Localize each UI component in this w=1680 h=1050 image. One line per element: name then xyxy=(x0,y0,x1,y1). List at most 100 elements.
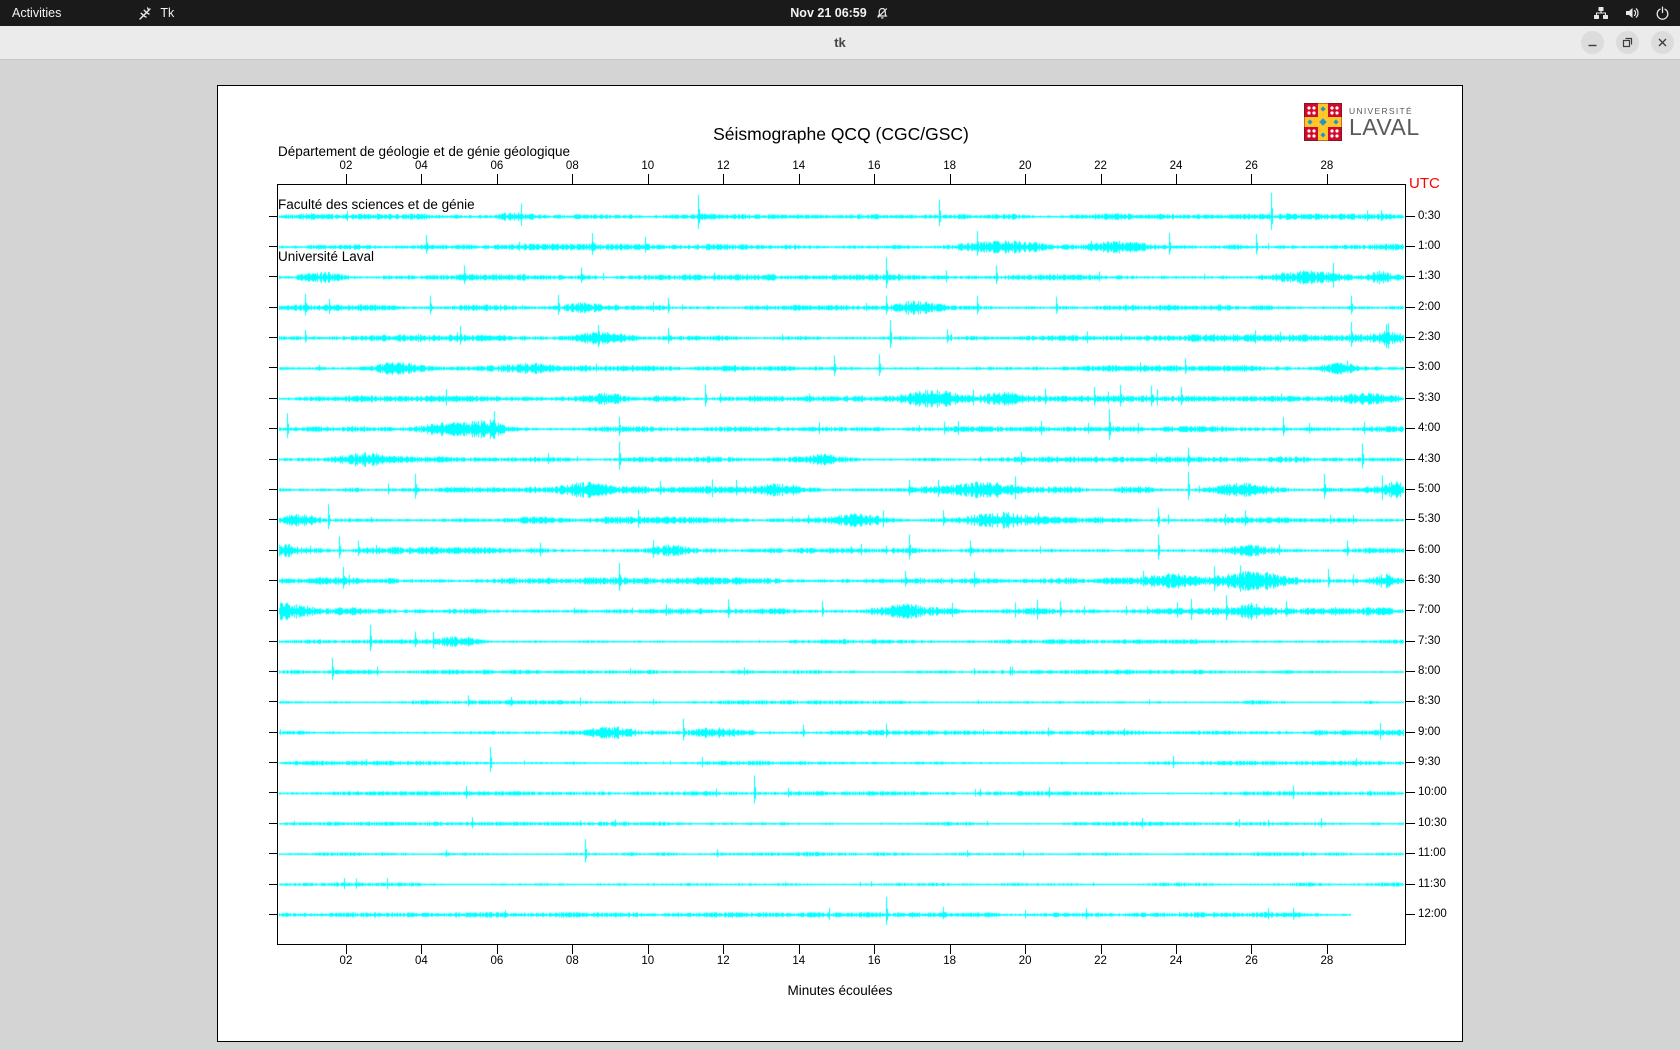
system-status-area[interactable] xyxy=(1593,0,1670,26)
trace-tick-right xyxy=(1405,306,1415,308)
trace-time-label: 6:00 xyxy=(1418,543,1441,556)
x-tick-label-bottom: 04 xyxy=(415,955,428,967)
trace-tick-left xyxy=(269,579,277,581)
seismograph-canvas-frame: Département de géologie et de génie géol… xyxy=(217,85,1463,1042)
trace-time-label: 2:30 xyxy=(1418,331,1441,344)
x-tick-label-bottom: 20 xyxy=(1018,955,1032,967)
x-tick-mark-bottom xyxy=(1251,944,1253,954)
trace-time-label: 8:30 xyxy=(1418,695,1441,708)
x-tick-label-bottom: 28 xyxy=(1320,955,1334,967)
trace-tick-left xyxy=(269,731,277,733)
trace-time-label: 5:30 xyxy=(1418,513,1441,526)
trace-tick-left xyxy=(269,640,277,642)
x-tick-label-top: 12 xyxy=(716,160,730,172)
x-tick-label-bottom: 24 xyxy=(1169,955,1183,967)
trace-time-label: 7:00 xyxy=(1418,604,1441,617)
trace-tick-right xyxy=(1405,276,1415,278)
x-tick-label-bottom: 16 xyxy=(867,955,881,967)
trace-tick-left xyxy=(269,883,277,885)
laval-shield-icon xyxy=(1304,103,1342,146)
trace-tick-right xyxy=(1405,822,1415,824)
trace-tick-right xyxy=(1405,458,1415,460)
trace-tick-right xyxy=(1405,701,1415,703)
x-tick-mark-bottom xyxy=(345,944,347,954)
clock-text: Nov 21 06:59 xyxy=(790,6,867,20)
trace-tick-left xyxy=(269,246,277,248)
chart-title: Séismographe QCQ (CGC/GSC) xyxy=(713,124,969,144)
x-tick-label-bottom: 26 xyxy=(1245,955,1258,967)
gnome-top-bar: Activities Tk Nov 21 06:59 xyxy=(0,0,1680,26)
clock-button[interactable]: Nov 21 06:59 xyxy=(790,0,889,26)
x-tick-mark-bottom xyxy=(949,944,951,954)
trace-tick-right xyxy=(1405,731,1415,733)
laval-logo-line2: LAVAL xyxy=(1349,114,1420,140)
trace-tick-left xyxy=(269,215,277,217)
trace-time-label: 7:30 xyxy=(1418,634,1441,647)
trace-tick-right xyxy=(1405,579,1415,581)
trace-tick-right xyxy=(1405,762,1415,764)
trace-tick-left xyxy=(269,306,277,308)
x-tick-mark-top xyxy=(1100,174,1102,184)
x-tick-label-bottom: 14 xyxy=(792,955,806,967)
x-tick-label-bottom: 06 xyxy=(490,955,504,967)
x-tick-label-top: 16 xyxy=(867,160,881,172)
activities-button[interactable]: Activities xyxy=(0,0,73,26)
x-tick-mark-bottom xyxy=(496,944,498,954)
trace-time-label: 1:00 xyxy=(1418,240,1441,253)
x-tick-label-top: 22 xyxy=(1094,160,1107,172)
x-tick-label-top: 02 xyxy=(339,160,353,172)
x-tick-label-top: 18 xyxy=(943,160,957,172)
laval-logo-text: UNIVERSITÉ LAVAL xyxy=(1349,106,1420,140)
trace-time-label: 9:30 xyxy=(1418,756,1441,769)
x-tick-label-bottom: 10 xyxy=(641,955,655,967)
trace-tick-left xyxy=(269,853,277,855)
trace-tick-right xyxy=(1405,246,1415,248)
trace-tick-right xyxy=(1405,367,1415,369)
x-tick-mark-bottom xyxy=(647,944,649,954)
plot-border xyxy=(277,184,1406,945)
trace-tick-right xyxy=(1405,913,1415,915)
trace-time-label: 9:00 xyxy=(1418,725,1441,738)
x-tick-mark-top xyxy=(723,174,725,184)
trace-tick-right xyxy=(1405,640,1415,642)
x-tick-label-top: 10 xyxy=(641,160,655,172)
trace-tick-left xyxy=(269,792,277,794)
window-title-bar: tk xyxy=(0,26,1680,60)
x-tick-mark-bottom xyxy=(798,944,800,954)
trace-tick-left xyxy=(269,913,277,915)
x-tick-label-top: 20 xyxy=(1018,160,1032,172)
trace-tick-right xyxy=(1405,397,1415,399)
trace-tick-left xyxy=(269,701,277,703)
x-tick-mark-bottom xyxy=(874,944,876,954)
maximize-button[interactable] xyxy=(1616,31,1639,54)
x-tick-label-bottom: 12 xyxy=(716,955,730,967)
institution-line-1: Département de géologie et de génie géol… xyxy=(278,144,570,159)
x-tick-mark-top xyxy=(647,174,649,184)
trace-tick-left xyxy=(269,822,277,824)
tk-feather-icon xyxy=(138,6,153,21)
volume-icon xyxy=(1624,5,1640,21)
x-tick-label-bottom: 18 xyxy=(943,955,957,967)
x-tick-label-top: 28 xyxy=(1320,160,1334,172)
utc-label: UTC xyxy=(1409,175,1440,192)
trace-tick-right xyxy=(1405,549,1415,551)
x-tick-mark-top xyxy=(874,174,876,184)
trace-time-label: 3:30 xyxy=(1418,391,1441,404)
close-button[interactable] xyxy=(1651,31,1674,54)
x-tick-mark-bottom xyxy=(572,944,574,954)
trace-tick-right xyxy=(1405,488,1415,490)
tk-app-menu[interactable]: Tk xyxy=(128,6,184,21)
trace-time-label: 11:30 xyxy=(1418,877,1446,890)
x-tick-label-top: 26 xyxy=(1245,160,1258,172)
x-tick-mark-top xyxy=(949,174,951,184)
trace-time-label: 5:00 xyxy=(1418,482,1441,495)
trace-time-label: 10:30 xyxy=(1418,816,1447,829)
trace-tick-left xyxy=(269,671,277,673)
seismogram-traces xyxy=(278,185,1405,944)
minimize-button[interactable] xyxy=(1581,31,1604,54)
x-tick-mark-top xyxy=(1176,174,1178,184)
x-tick-mark-bottom xyxy=(1100,944,1102,954)
x-tick-mark-bottom xyxy=(723,944,725,954)
universite-laval-logo: UNIVERSITÉ LAVAL xyxy=(1304,103,1420,146)
x-tick-mark-top xyxy=(345,174,347,184)
